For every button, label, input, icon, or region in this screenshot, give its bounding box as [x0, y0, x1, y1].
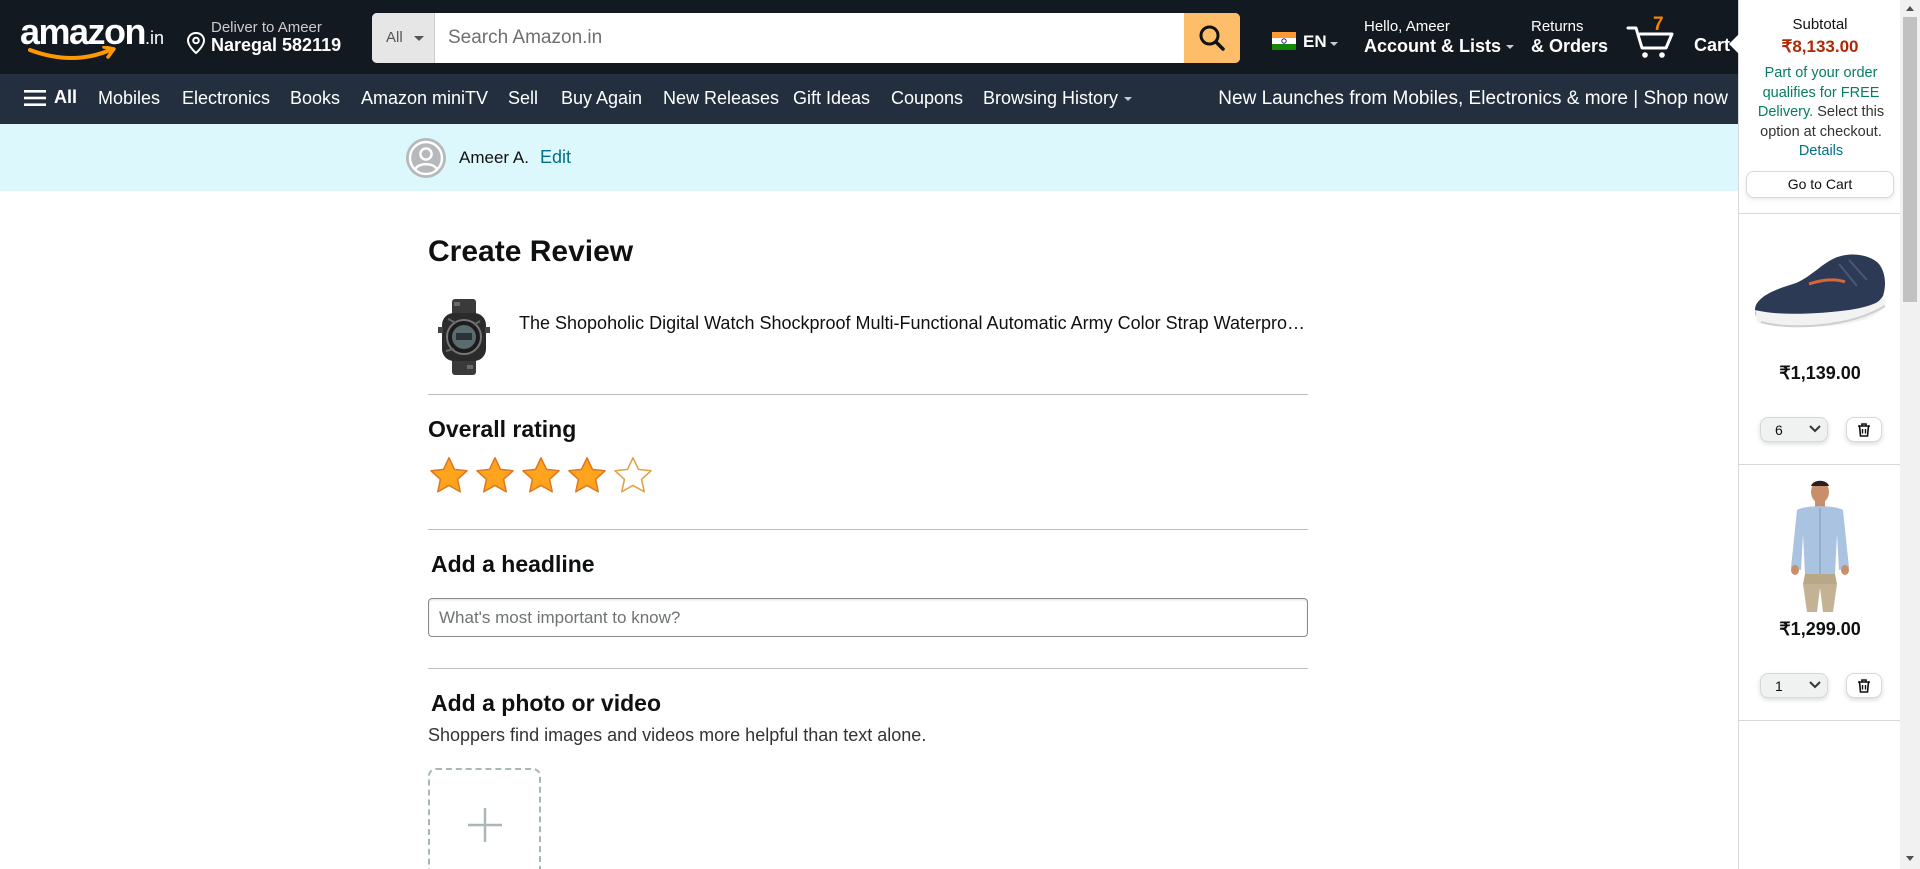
- search-category-label: All: [386, 29, 403, 46]
- nav-link-new-releases[interactable]: New Releases: [663, 88, 779, 109]
- panel-pointer: [1729, 34, 1739, 54]
- profile-bar: Ameer A. Edit: [0, 124, 1738, 191]
- cart-side-panel: Subtotal ₹8,133.00 Part of your order qu…: [1729, 0, 1901, 869]
- returns-orders[interactable]: Returns & Orders: [1531, 18, 1608, 57]
- overall-rating-heading: Overall rating: [428, 416, 577, 442]
- quantity-select[interactable]: 1: [1760, 673, 1828, 698]
- search-bar: All: [372, 13, 1240, 63]
- quantity-value: 1: [1775, 678, 1783, 694]
- account-label: Account & Lists: [1364, 36, 1515, 57]
- nav-link-gift-ideas[interactable]: Gift Ideas: [793, 88, 870, 109]
- photo-video-heading: Add a photo or video: [431, 690, 661, 716]
- all-menu-button[interactable]: All: [24, 87, 77, 108]
- account-label-text: Account & Lists: [1364, 36, 1502, 56]
- search-icon: [1199, 25, 1225, 51]
- browsing-history-label: Browsing History: [983, 88, 1119, 108]
- promo-banner-link[interactable]: New Launches from Mobiles, Electronics &…: [1218, 88, 1728, 110]
- divider: [428, 668, 1308, 669]
- delete-item-button[interactable]: [1846, 417, 1882, 442]
- nav-link-browsing-history[interactable]: Browsing History: [983, 88, 1133, 109]
- chevron-down-icon: [1809, 425, 1821, 433]
- chevron-down-icon: [1809, 681, 1821, 689]
- cart-item-price: ₹1,299.00: [1779, 619, 1861, 639]
- avatar: [406, 138, 446, 178]
- returns-line2: & Orders: [1531, 36, 1609, 56]
- quantity-select[interactable]: 6: [1760, 417, 1828, 442]
- watch-thumbnail-image: [438, 299, 490, 375]
- nav-link-minitv[interactable]: Amazon miniTV: [361, 88, 488, 109]
- details-link[interactable]: Details: [1799, 143, 1843, 159]
- nav-link-coupons[interactable]: Coupons: [891, 88, 963, 109]
- cart-label: Cart: [1694, 35, 1731, 55]
- caret-down-icon: [1506, 45, 1515, 50]
- divider: [428, 394, 1308, 395]
- language-label: EN: [1303, 32, 1327, 51]
- scroll-up-arrow-icon[interactable]: [1906, 6, 1914, 11]
- free-delivery-note: Part of your order qualifies for FREE De…: [1747, 64, 1895, 162]
- divider: [1739, 720, 1901, 721]
- subtotal-value: ₹8,133.00: [1781, 37, 1859, 56]
- nav-link-mobiles[interactable]: Mobiles: [98, 88, 160, 109]
- vertical-scrollbar[interactable]: [1900, 0, 1920, 869]
- sub-nav: All Mobiles Electronics Books Amazon min…: [0, 74, 1738, 124]
- all-menu-label: All: [54, 87, 78, 107]
- divider: [428, 529, 1308, 530]
- deliver-line1: Deliver to Ameer: [211, 19, 322, 36]
- headline-heading: Add a headline: [431, 551, 595, 577]
- go-to-cart-button[interactable]: Go to Cart: [1746, 171, 1894, 198]
- scroll-down-arrow-icon[interactable]: [1906, 856, 1914, 861]
- star-empty-icon[interactable]: [612, 455, 654, 497]
- star-filled-icon[interactable]: [566, 455, 608, 497]
- deliver-line2: Naregal 582119: [211, 35, 342, 55]
- user-icon: [408, 140, 444, 176]
- hamburger-icon: [24, 89, 46, 106]
- divider: [1739, 213, 1901, 214]
- shirt-product-image[interactable]: [1777, 478, 1863, 616]
- delete-item-button[interactable]: [1846, 673, 1882, 698]
- account-lists[interactable]: Hello, Ameer Account & Lists: [1364, 18, 1515, 57]
- nav-link-books[interactable]: Books: [290, 88, 340, 109]
- caret-down-icon: [1124, 97, 1133, 102]
- logo-suffix: .in: [145, 28, 165, 48]
- search-input[interactable]: [435, 13, 1181, 63]
- sneaker-product-image[interactable]: [1749, 240, 1891, 338]
- cart-item-price: ₹1,139.00: [1779, 363, 1861, 383]
- star-filled-icon[interactable]: [474, 455, 516, 497]
- top-nav: amazon.in Deliver to Ameer Naregal 58211…: [0, 0, 1738, 74]
- star-rating[interactable]: [428, 455, 654, 499]
- product-title: The Shopoholic Digital Watch Shockproof …: [519, 313, 1309, 333]
- search-category-select[interactable]: All: [372, 13, 435, 63]
- nav-link-buy-again[interactable]: Buy Again: [561, 88, 642, 109]
- nav-link-sell[interactable]: Sell: [508, 88, 538, 109]
- star-filled-icon[interactable]: [428, 455, 470, 497]
- plus-icon: [468, 808, 502, 842]
- returns-line1: Returns: [1531, 18, 1584, 35]
- photo-video-subtext: Shoppers find images and videos more hel…: [428, 725, 927, 745]
- profile-name: Ameer A.: [459, 148, 529, 167]
- cart-button[interactable]: 7 Cart: [1626, 14, 1730, 60]
- subtotal-label: Subtotal: [1792, 16, 1848, 33]
- account-greeting: Hello, Ameer: [1364, 18, 1450, 35]
- cart-icon: [1626, 26, 1674, 58]
- location-pin-icon: [186, 32, 206, 54]
- caret-down-icon: [1330, 42, 1338, 46]
- headline-input[interactable]: [428, 598, 1308, 637]
- scrollbar-thumb[interactable]: [1903, 17, 1917, 302]
- divider: [1739, 464, 1901, 465]
- add-photo-video-button[interactable]: [428, 768, 541, 869]
- nav-link-electronics[interactable]: Electronics: [182, 88, 270, 109]
- amazon-logo[interactable]: amazon.in: [20, 14, 165, 62]
- caret-down-icon: [414, 36, 424, 41]
- edit-profile-link[interactable]: Edit: [540, 147, 571, 168]
- smile-icon: [28, 46, 116, 60]
- trash-icon: [1858, 422, 1870, 437]
- star-filled-icon[interactable]: [520, 455, 562, 497]
- search-button[interactable]: [1184, 13, 1240, 63]
- quantity-value: 6: [1775, 422, 1783, 438]
- trash-icon: [1858, 678, 1870, 693]
- india-flag-icon: [1272, 32, 1296, 50]
- page: amazon.in Deliver to Ameer Naregal 58211…: [0, 0, 1920, 869]
- page-title: Create Review: [428, 235, 634, 268]
